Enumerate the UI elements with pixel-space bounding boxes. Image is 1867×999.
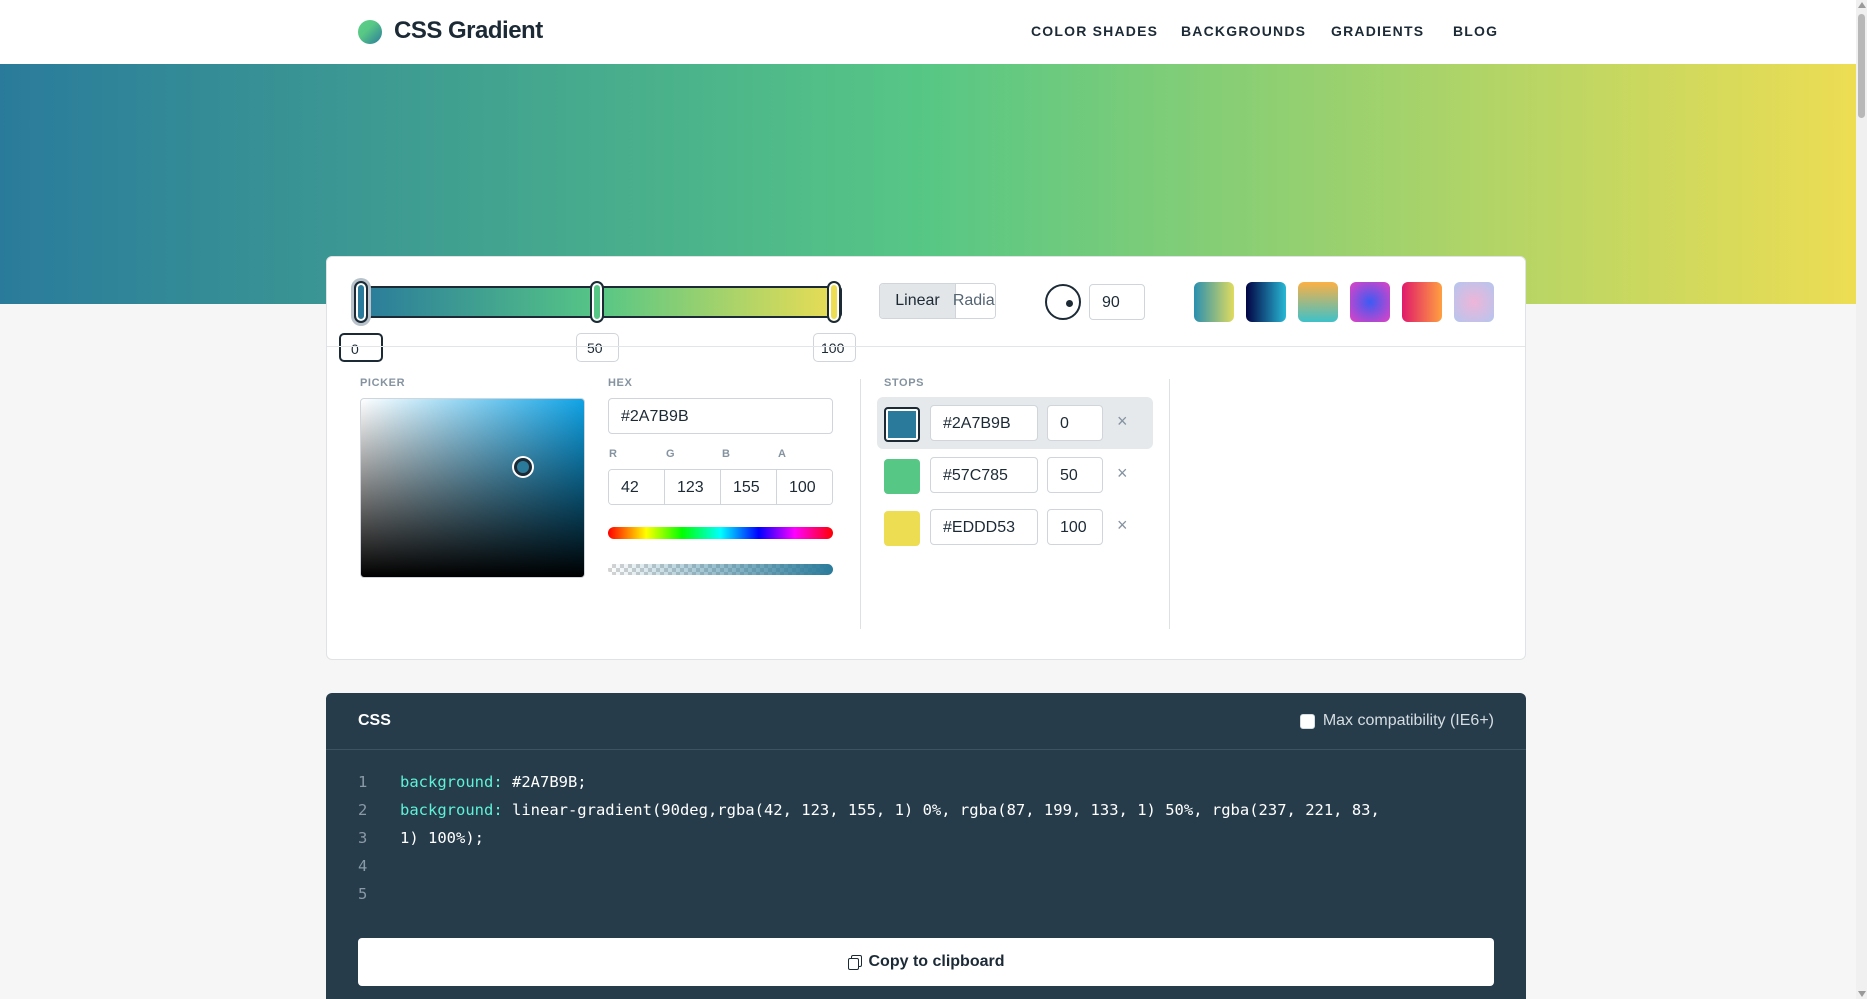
hex-label: HEX [608,377,633,389]
scroll-up-icon[interactable] [1858,2,1866,8]
line-number: 1 [358,773,368,791]
max-compat-label[interactable]: Max compatibility (IE6+) [1323,712,1494,730]
top-navbar: CSS Gradient COLOR SHADES BACKGROUNDS GR… [0,0,1856,64]
css-title: CSS [358,712,391,729]
remove-stop-icon[interactable]: × [1117,515,1128,536]
linear-type-button[interactable]: Linear [880,284,955,318]
stops-label: STOPS [884,377,925,389]
stop-position-input[interactable]: 0 [339,333,383,362]
css-output-panel: CSS Max compatibility (IE6+) 1 2 3 4 5 b… [326,693,1526,999]
divider [326,749,1526,750]
line-number: 2 [358,801,368,819]
nav-gradients[interactable]: GRADIENTS [1331,23,1424,39]
alpha-slider[interactable] [608,564,833,575]
brand-title[interactable]: CSS Gradient [394,17,543,45]
gradient-type-toggle: Linear Radial [879,283,996,319]
stop-handle-0[interactable] [354,281,368,323]
red-input[interactable]: 42 [609,470,665,504]
stop-hex-input[interactable]: #2A7B9B [930,405,1038,441]
stop-handle-100[interactable] [827,281,841,323]
code-line: background: linear-gradient(90deg,rgba(4… [400,796,1380,824]
stop-percent-input[interactable]: 100 [1047,509,1103,545]
stop-row[interactable]: #57C785 50 × [877,449,1153,501]
color-picker-area[interactable] [360,398,585,578]
angle-dial-icon[interactable] [1045,284,1081,320]
scrollbar-thumb[interactable] [1858,14,1865,118]
stop-color-swatch[interactable] [884,459,920,494]
css-value: #2A7B9B; [502,773,587,791]
copy-to-clipboard-button[interactable]: Copy to clipboard [358,938,1494,986]
copy-label: Copy to clipboard [868,953,1005,970]
hue-slider[interactable] [608,527,833,539]
stop-color-swatch[interactable] [884,407,920,442]
stop-percent-input[interactable]: 0 [1047,405,1103,441]
stop-row[interactable]: #EDDD53 100 × [877,501,1153,553]
picker-cursor[interactable] [514,458,532,476]
picker-label: PICKER [360,377,406,389]
green-input[interactable]: 123 [665,470,721,504]
preset-swatch[interactable] [1402,282,1442,322]
g-label: G [666,448,675,460]
page-scrollbar[interactable] [1856,0,1867,999]
css-property: background: [400,773,503,791]
max-compat-option[interactable]: Max compatibility (IE6+) [1299,712,1494,730]
scroll-down-icon[interactable] [1858,991,1866,997]
nav-backgrounds[interactable]: BACKGROUNDS [1181,23,1306,39]
stop-handle-50[interactable] [590,281,604,323]
b-label: B [722,448,730,460]
stop-color-swatch[interactable] [884,511,920,546]
line-number: 4 [358,857,368,875]
a-label: A [778,448,786,460]
stop-position-input[interactable]: 100 [813,333,856,362]
max-compat-checkbox[interactable] [1299,713,1315,729]
line-number: 3 [358,829,368,847]
blue-input[interactable]: 155 [721,470,777,504]
stop-position-input[interactable]: 50 [576,333,619,362]
alpha-input[interactable]: 100 [777,470,832,504]
preset-swatch[interactable] [1454,282,1494,322]
stop-hex-input[interactable]: #57C785 [930,457,1038,493]
angle-indicator [1066,300,1073,307]
logo-icon[interactable] [358,20,382,44]
divider [1169,379,1170,629]
radial-type-button[interactable]: Radial [953,284,995,318]
gradient-editor: 0 50 100 Linear Radial 90 PICKER HEX #2A… [326,256,1526,660]
stop-hex-input[interactable]: #EDDD53 [930,509,1038,545]
divider [327,346,1525,347]
preset-swatch[interactable] [1350,282,1390,322]
nav-color-shades[interactable]: COLOR SHADES [1031,23,1158,39]
preset-swatch[interactable] [1194,282,1234,322]
nav-blog[interactable]: BLOG [1453,23,1498,39]
stop-percent-input[interactable]: 50 [1047,457,1103,493]
copy-icon [847,955,862,970]
preset-swatch[interactable] [1298,282,1338,322]
rgba-inputs: 42 123 155 100 [608,469,833,505]
remove-stop-icon[interactable]: × [1117,463,1128,484]
code-line: background: #2A7B9B; [400,768,587,796]
r-label: R [609,448,617,460]
angle-input[interactable]: 90 [1089,284,1145,320]
line-number: 5 [358,885,368,903]
hex-input[interactable]: #2A7B9B [608,398,833,434]
divider [860,379,861,629]
stop-row[interactable]: #2A7B9B 0 × [877,397,1153,449]
preset-swatch[interactable] [1246,282,1286,322]
css-value: linear-gradient(90deg,rgba(42, 123, 155,… [502,801,1380,819]
code-line: 1) 100%); [400,829,484,847]
css-property: background: [400,801,503,819]
remove-stop-icon[interactable]: × [1117,411,1128,432]
